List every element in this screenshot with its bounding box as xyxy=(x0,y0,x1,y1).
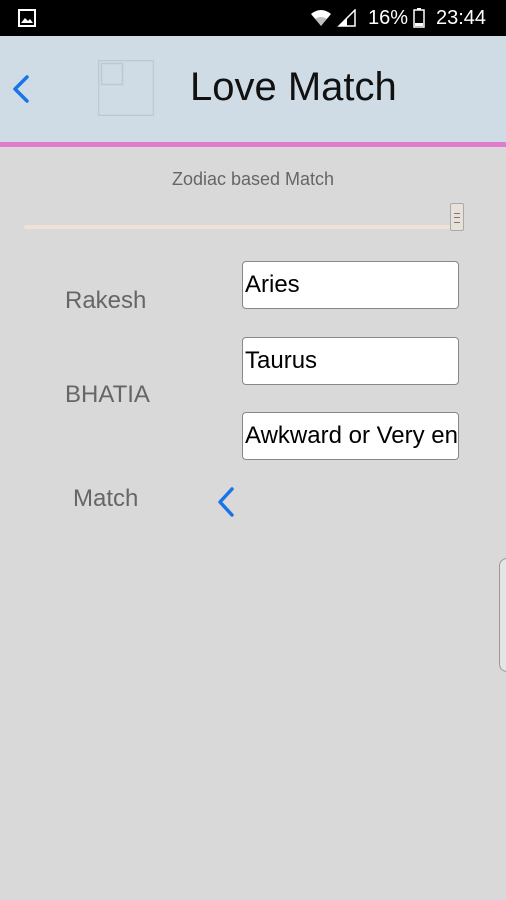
gallery-icon xyxy=(18,9,36,27)
sign1-field[interactable]: Aries xyxy=(242,261,459,309)
edge-panel-handle[interactable] xyxy=(499,558,506,672)
slider-track[interactable] xyxy=(24,225,460,229)
status-time: 23:44 xyxy=(436,7,487,29)
match-label: Match xyxy=(73,485,139,512)
slider-handle[interactable] xyxy=(450,203,464,231)
name2-label: BHATIA xyxy=(65,381,150,408)
chevron-left-icon xyxy=(13,75,29,103)
wifi-icon xyxy=(311,10,331,26)
signal-icon xyxy=(337,9,356,27)
status-bar: 16% 23:44 xyxy=(0,0,506,36)
grip-icon xyxy=(454,213,460,223)
match-button[interactable] xyxy=(210,484,240,520)
header-divider xyxy=(0,142,506,147)
subtitle: Zodiac based Match xyxy=(171,169,335,189)
chevron-left-icon xyxy=(218,487,234,517)
name1-label: Rakesh xyxy=(65,287,147,314)
result-field[interactable]: Awkward or Very energetic xyxy=(242,412,459,460)
battery-icon xyxy=(413,8,425,28)
battery-percent: 16% xyxy=(368,7,409,29)
sign2-field[interactable]: Taurus xyxy=(242,337,459,385)
image-placeholder-icon xyxy=(98,60,154,116)
page-title: Love Match xyxy=(190,65,397,109)
back-button[interactable] xyxy=(8,72,36,106)
